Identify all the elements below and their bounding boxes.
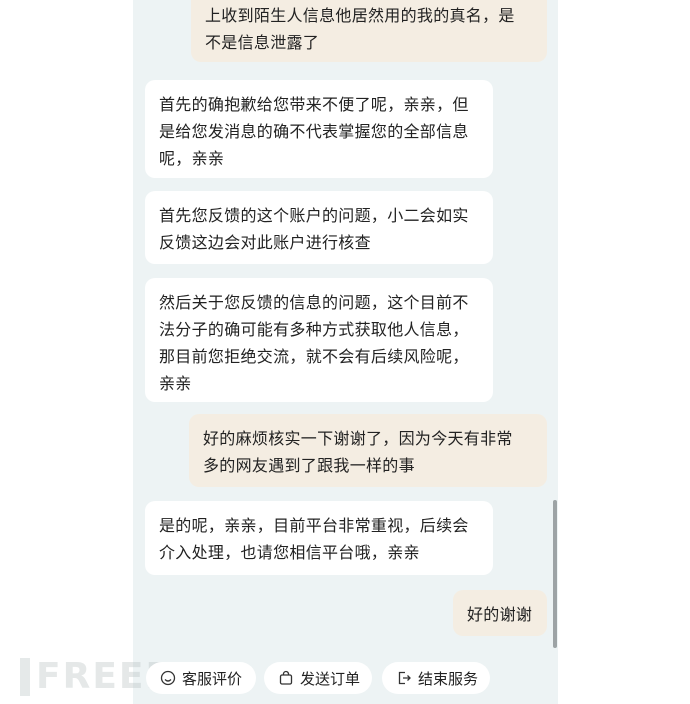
rate-service-button[interactable]: 客服评价 <box>146 662 256 694</box>
smiley-icon <box>160 670 176 686</box>
message-bubble-user: 好的麻烦核实一下谢谢了，因为今天有非常 多的网友遇到了跟我一样的事 <box>189 414 547 487</box>
scrollbar[interactable] <box>553 500 557 648</box>
message-bubble-user: 好的谢谢 <box>453 590 547 636</box>
message-bubble-agent: 然后关于您反馈的信息的问题，这个目前不 法分子的确可能有多种方式获取他人信息， … <box>145 278 493 402</box>
end-service-button[interactable]: 结束服务 <box>382 662 490 694</box>
bag-icon <box>279 670 293 685</box>
exit-icon <box>398 671 411 685</box>
rate-service-label: 客服评价 <box>182 669 243 688</box>
send-order-label: 发送订单 <box>300 669 361 688</box>
chat-screen: 上收到陌生人信息他居然用的我的真名，是 不是信息泄露了 首先的确抱歉给您带来不便… <box>133 0 558 704</box>
message-bubble-agent: 首先的确抱歉给您带来不便了呢，亲亲，但 是给您发消息的确不代表掌握您的全部信息 … <box>145 80 493 178</box>
send-order-button[interactable]: 发送订单 <box>264 662 372 694</box>
message-bubble-user: 上收到陌生人信息他居然用的我的真名，是 不是信息泄露了 <box>191 0 547 62</box>
message-bubble-agent: 是的呢，亲亲，目前平台非常重视，后续会 介入处理，也请您相信平台哦，亲亲 <box>145 501 493 575</box>
end-service-label: 结束服务 <box>418 669 479 688</box>
message-bubble-agent: 首先您反馈的这个账户的问题，小二会如实 反馈这边会对此账户进行核查 <box>145 191 493 264</box>
